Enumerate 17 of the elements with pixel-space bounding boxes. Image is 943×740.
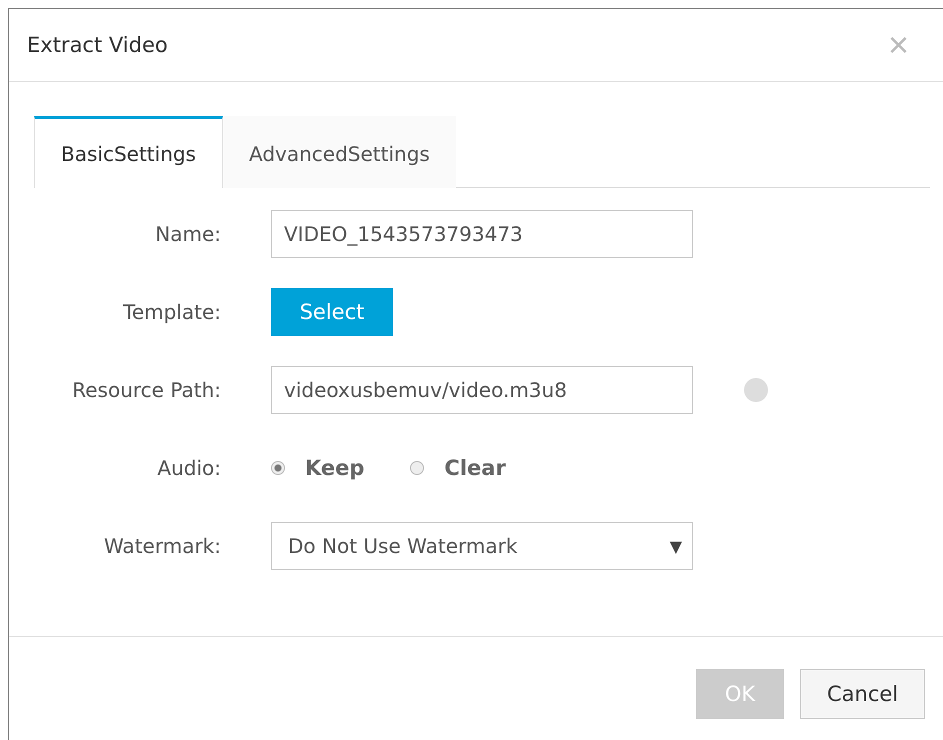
radio-label: Keep <box>305 456 364 480</box>
text-field[interactable]: VIDEO_1543573793473 <box>271 210 693 258</box>
radio-label: Clear <box>444 456 506 480</box>
radio-button[interactable] <box>410 461 424 475</box>
cancel-button[interactable]: Cancel <box>800 669 926 719</box>
text-field[interactable]: videoxusbemuv/video.m3u8 <box>271 366 693 414</box>
dropdown[interactable]: Do Not Use Watermark ▼ <box>271 522 693 570</box>
dropdown-arrow-icon: ▼ <box>670 536 682 556</box>
field-label: Audio: <box>156 456 221 480</box>
field-label: Resource Path: <box>71 378 221 402</box>
field-label: Template: <box>122 300 221 324</box>
dialog-title: Extract Video <box>27 33 168 57</box>
tab[interactable]: BasicSettings <box>34 116 223 188</box>
radio-button[interactable] <box>271 461 285 475</box>
field-label: Name: <box>154 222 221 246</box>
field-label: Watermark: <box>102 534 221 558</box>
tab[interactable]: AdvancedSettings <box>222 116 456 188</box>
